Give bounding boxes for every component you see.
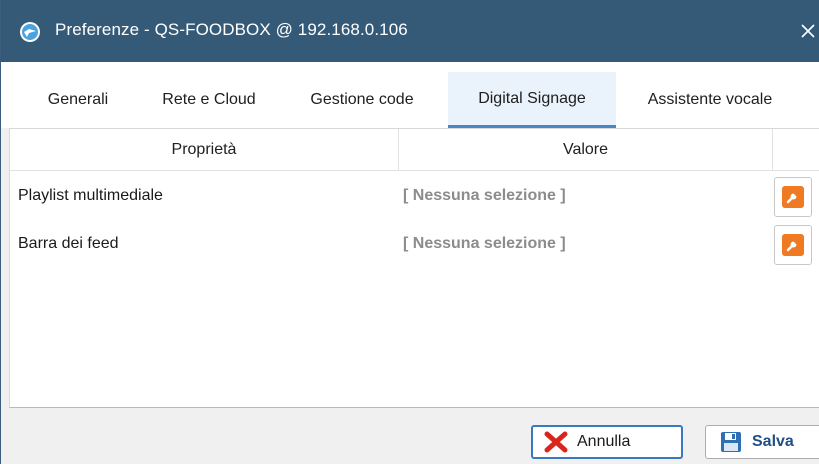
preferences-window: Preferenze - QS-FOODBOX @ 192.168.0.106 …: [0, 0, 819, 464]
table-row[interactable]: Playlist multimediale [ Nessuna selezion…: [10, 172, 819, 220]
app-logo-icon: [19, 21, 41, 43]
edit-property-button[interactable]: [774, 177, 812, 217]
save-label: Salva: [752, 433, 794, 450]
window-title: Preferenze - QS-FOODBOX @ 192.168.0.106: [55, 20, 408, 39]
cancel-label: Annulla: [577, 433, 631, 450]
grid-header: Proprietà Valore: [10, 129, 819, 171]
tab-strip: Generali Rete e Cloud Gestione code Digi…: [1, 62, 819, 128]
column-divider: [772, 129, 773, 171]
close-button[interactable]: [791, 14, 819, 48]
tab-gestione-code[interactable]: Gestione code: [286, 72, 438, 128]
red-x-icon: [543, 430, 569, 454]
property-grid: Proprietà Valore Playlist multimediale […: [9, 128, 819, 408]
property-name: Playlist multimediale: [18, 187, 163, 204]
property-value[interactable]: [ Nessuna selezione ]: [403, 220, 566, 268]
table-row[interactable]: Barra dei feed [ Nessuna selezione ]: [10, 220, 819, 268]
title-bar[interactable]: Preferenze - QS-FOODBOX @ 192.168.0.106: [1, 0, 819, 62]
wrench-icon: [782, 186, 804, 208]
property-name: Barra dei feed: [18, 235, 119, 252]
cancel-button[interactable]: Annulla: [531, 425, 683, 459]
floppy-disk-icon: [718, 430, 744, 454]
column-header-property[interactable]: Proprietà: [10, 129, 398, 171]
tab-assistente-vocale[interactable]: Assistente vocale: [621, 72, 799, 128]
tab-generali[interactable]: Generali: [24, 72, 132, 128]
wrench-icon: [782, 234, 804, 256]
close-icon: [801, 24, 815, 38]
save-button[interactable]: Salva: [705, 425, 819, 459]
edit-property-button[interactable]: [774, 225, 812, 265]
tab-digital-signage[interactable]: Digital Signage: [448, 72, 616, 128]
property-value[interactable]: [ Nessuna selezione ]: [403, 172, 566, 220]
column-header-value[interactable]: Valore: [399, 129, 772, 171]
tab-rete-e-cloud[interactable]: Rete e Cloud: [139, 72, 279, 128]
